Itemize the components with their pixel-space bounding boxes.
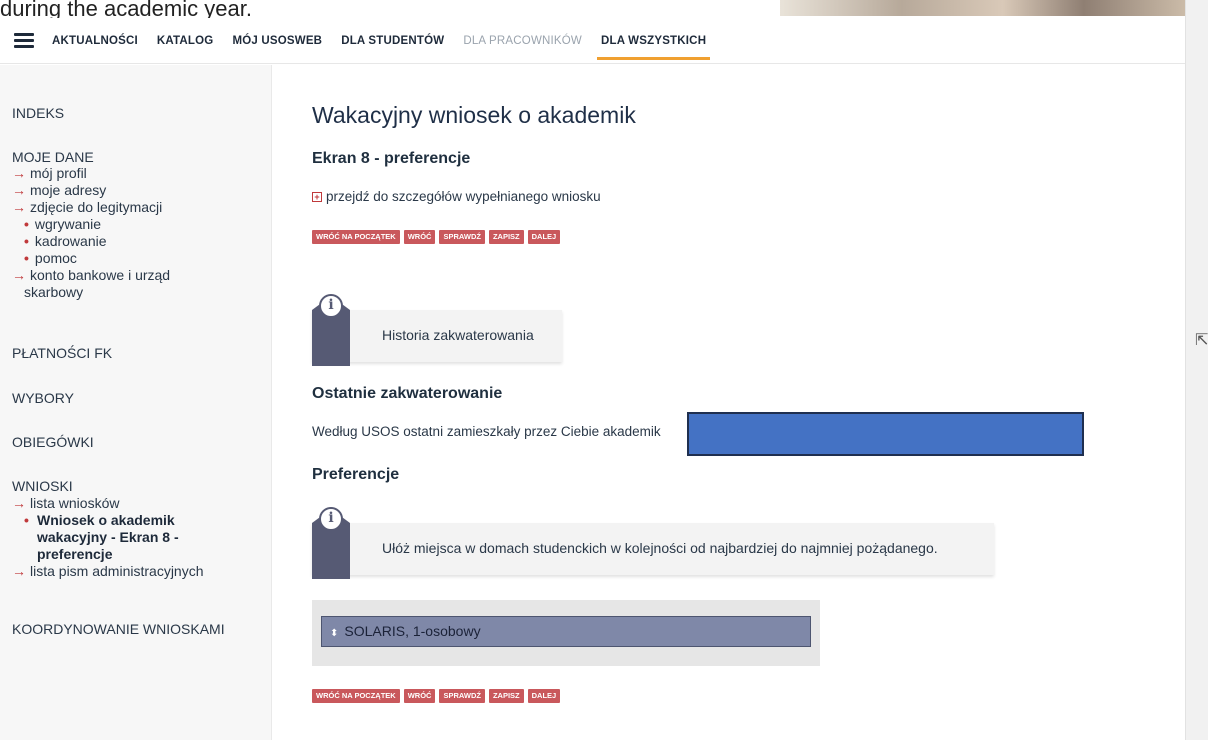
nav-katalog[interactable]: KATALOG xyxy=(157,18,214,64)
sidebar-item-pomoc[interactable]: • pomoc xyxy=(24,250,77,267)
nav-dla-pracownikow[interactable]: DLA PRACOWNIKÓW xyxy=(463,18,582,64)
sidebar-item-konto-bankowe[interactable]: → konto bankowe i urząd xyxy=(12,267,170,284)
sidebar-item-platnosci[interactable]: PŁATNOŚCI FK xyxy=(12,345,112,361)
arrow-right-icon: → xyxy=(12,267,26,283)
info-box-history: i Historia zakwaterowania xyxy=(312,294,562,366)
nav-dla-studentow[interactable]: DLA STUDENTÓW xyxy=(341,18,444,64)
sidebar-item-label: konto bankowe i urząd xyxy=(30,267,171,283)
button-row-top: WRÓĆ NA POCZĄTEK WRÓĆ SPRAWDŹ ZAPISZ DAL… xyxy=(312,230,564,244)
nav-aktualnosci[interactable]: AKTUALNOŚCI xyxy=(52,18,138,64)
sidebar-item-moj-profil[interactable]: → mój profil xyxy=(12,165,87,182)
sidebar-item-label: lista pism administracyjnych xyxy=(30,563,204,579)
sidebar-item-moje-adresy[interactable]: → moje adresy xyxy=(12,182,106,199)
arrow-right-icon: → xyxy=(12,563,26,579)
sidebar-item-label-continued[interactable]: skarbowy xyxy=(24,284,83,300)
sidebar-item-wnioski[interactable]: WNIOSKI xyxy=(12,478,73,494)
sidebar-item-current-line2: wakacyjny - Ekran 8 - xyxy=(37,529,179,545)
preference-item-label: SOLARIS, 1-osobowy xyxy=(344,623,481,639)
bullet-icon: • xyxy=(24,216,29,232)
menu-icon[interactable] xyxy=(14,30,34,51)
preference-item[interactable]: ⬍ SOLARIS, 1-osobowy xyxy=(321,616,811,647)
next-button[interactable]: DALEJ xyxy=(527,689,561,703)
page-title: Wakacyjny wniosek o akademik xyxy=(312,102,636,128)
sidebar-item-wgrywanie[interactable]: • wgrywanie xyxy=(24,216,101,233)
preferences-info-text: Ułóż miejsca w domach studenckich w kole… xyxy=(382,540,938,556)
sidebar-item-label: zdjęcie do legitymacji xyxy=(30,199,163,215)
bullet-icon: • xyxy=(24,233,29,249)
info-icon: i xyxy=(312,294,350,366)
info-box-preferences: i Ułóż miejsca w domach studenckich w ko… xyxy=(312,507,994,579)
check-button[interactable]: SPRAWDŹ xyxy=(439,230,485,244)
sidebar-item-label: moje adresy xyxy=(30,182,107,198)
info-icon: i xyxy=(312,507,350,579)
top-navigation: AKTUALNOŚCI KATALOG MÓJ USOSWEB DLA STUD… xyxy=(0,18,1185,64)
button-row-bottom: WRÓĆ NA POCZĄTEK WRÓĆ SPRAWDŹ ZAPISZ DAL… xyxy=(312,689,564,703)
check-button[interactable]: SPRAWDŹ xyxy=(439,689,485,703)
sidebar-item-indeks[interactable]: INDEKS xyxy=(12,105,64,121)
main-content: Wakacyjny wniosek o akademik Ekran 8 - p… xyxy=(273,65,1185,740)
details-link-label: przejdź do szczegółów wypełnianego wnios… xyxy=(326,189,601,204)
arrow-right-icon: → xyxy=(12,495,26,511)
save-button[interactable]: ZAPISZ xyxy=(488,689,524,703)
info-history-text: Historia zakwaterowania xyxy=(382,327,534,343)
sidebar-item-moje-dane[interactable]: MOJE DANE xyxy=(12,149,94,165)
bullet-icon: • xyxy=(24,250,29,266)
sidebar-item-kadrowanie[interactable]: • kadrowanie xyxy=(24,233,107,250)
sidebar-current-bullet: • xyxy=(24,512,35,529)
sidebar-item-label: mój profil xyxy=(30,165,87,181)
drag-handle-icon[interactable]: ⬍ xyxy=(330,628,338,639)
sidebar-item-lista-pism[interactable]: → lista pism administracyjnych xyxy=(12,563,204,580)
sidebar-item-label: pomoc xyxy=(34,250,77,266)
back-to-start-button[interactable]: WRÓĆ NA POCZĄTEK xyxy=(312,689,400,703)
sidebar-item-label: wgrywanie xyxy=(34,216,102,232)
back-button[interactable]: WRÓĆ xyxy=(403,689,436,703)
details-link[interactable]: + przejdź do szczegółów wypełnianego wni… xyxy=(312,189,601,204)
last-accommodation-heading: Ostatnie zakwaterowanie xyxy=(312,385,503,402)
redaction-box xyxy=(687,412,1084,456)
nav-dla-wszystkich[interactable]: DLA WSZYSTKICH xyxy=(596,18,711,64)
sidebar-item-koordynowanie[interactable]: KOORDYNOWANIE WNIOSKAMI xyxy=(12,621,225,637)
sidebar-item-obiegowki[interactable]: OBIEGÓWKI xyxy=(12,434,94,450)
last-accommodation-text: Według USOS ostatni zamieszkały przez Ci… xyxy=(312,424,661,439)
arrow-right-icon: → xyxy=(12,165,26,181)
bullet-icon: • xyxy=(24,512,29,528)
sidebar-item-current-line1: Wniosek o akademik xyxy=(37,512,175,528)
expand-icon: + xyxy=(312,191,322,202)
sidebar-item-zdjecie[interactable]: → zdjęcie do legitymacji xyxy=(12,199,162,216)
next-button[interactable]: DALEJ xyxy=(527,230,561,244)
sidebar-item-label: kadrowanie xyxy=(34,233,107,249)
sidebar-item-label: lista wniosków xyxy=(30,495,120,511)
sidebar-item-current-line3: preferencje xyxy=(37,546,113,562)
back-button[interactable]: WRÓĆ xyxy=(403,230,436,244)
screen-heading: Ekran 8 - preferencje xyxy=(312,150,471,167)
page-scrollbar[interactable] xyxy=(1185,0,1208,740)
header-banner-image xyxy=(780,0,1185,16)
arrow-right-icon: → xyxy=(12,182,26,198)
sidebar: INDEKS MOJE DANE → mój profil → moje adres… xyxy=(0,65,272,740)
save-button[interactable]: ZAPISZ xyxy=(488,230,524,244)
sidebar-item-wybory[interactable]: WYBORY xyxy=(12,390,74,406)
arrow-right-icon: → xyxy=(12,199,26,215)
preferences-heading: Preferencje xyxy=(312,466,400,483)
sidebar-item-lista-wnioskow[interactable]: → lista wniosków xyxy=(12,495,119,512)
mouse-cursor-icon: ⇱ xyxy=(1195,332,1208,349)
back-to-start-button[interactable]: WRÓĆ NA POCZĄTEK xyxy=(312,230,400,244)
nav-moj-usosweb[interactable]: MÓJ USOSWEB xyxy=(232,18,322,64)
preferences-sortable-list: ⬍ SOLARIS, 1-osobowy xyxy=(312,600,820,666)
